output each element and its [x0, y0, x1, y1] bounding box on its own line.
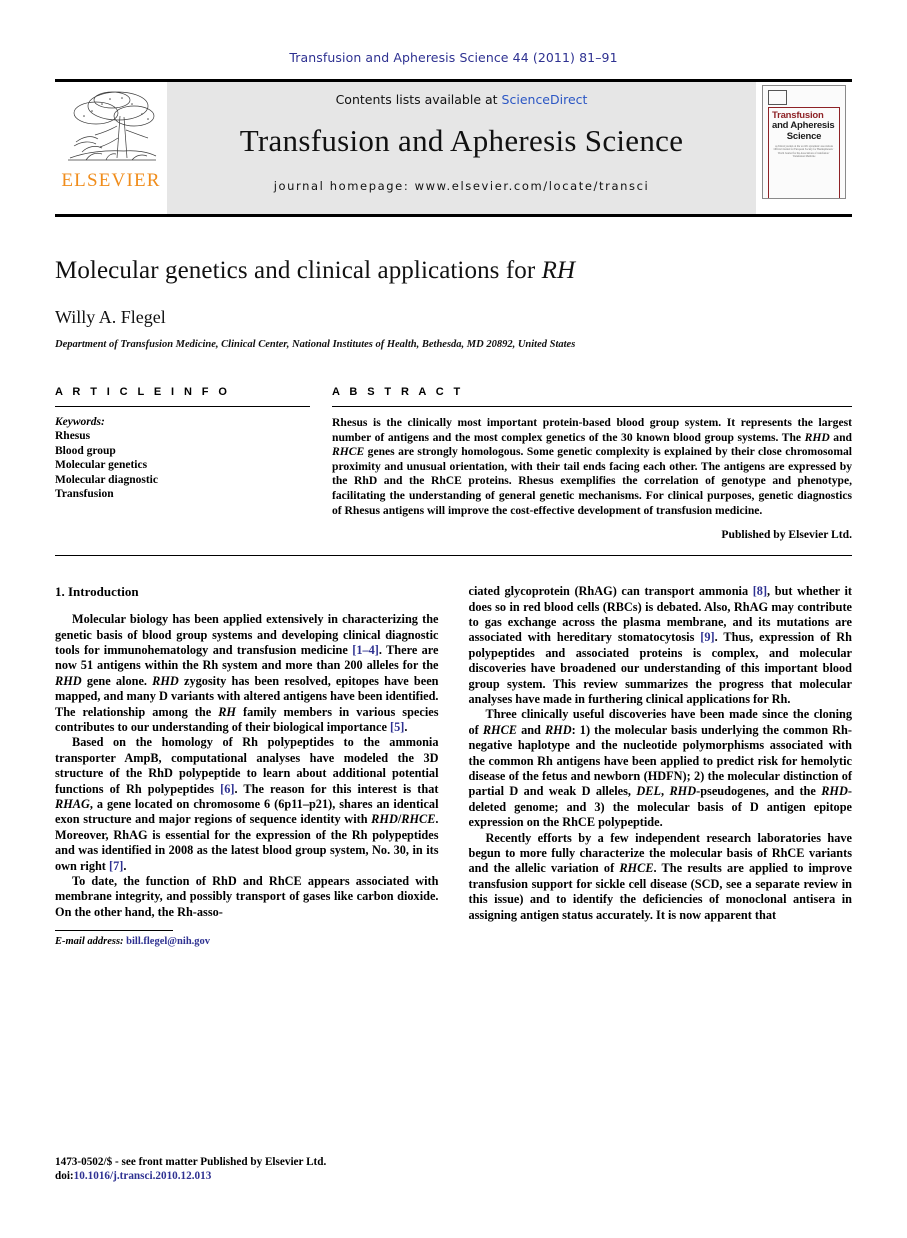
para-seg: ciated glycoprotein (RhAG) can transport…: [468, 584, 753, 599]
article-title-main: Molecular genetics and clinical applicat…: [55, 257, 542, 284]
citation-ref[interactable]: [7]: [109, 859, 123, 873]
para-seg: . The reason for this interest is that: [234, 781, 439, 796]
article-title: Molecular genetics and clinical applicat…: [55, 257, 852, 285]
abstract-seg: Rhesus is the clinically most important …: [332, 416, 852, 444]
keyword-item: Rhesus: [55, 430, 91, 442]
para-seg: .: [404, 720, 408, 734]
author-affiliation: Department of Transfusion Medicine, Clin…: [55, 339, 576, 350]
gene-name: RHCE: [482, 722, 517, 737]
body-paragraph: Based on the homology of Rh polypeptides…: [55, 735, 439, 874]
cover-image: Transfusion and Apheresis Science A clin…: [762, 85, 846, 199]
gene-name: RHD: [55, 673, 82, 688]
doi-prefix: doi:: [55, 1170, 74, 1182]
elsevier-tree-icon: [68, 91, 157, 161]
email-link[interactable]: bill.flegel@nih.gov: [126, 936, 210, 947]
gene-name: RHD: [821, 784, 848, 799]
citation-ref[interactable]: [6]: [220, 782, 234, 796]
article-title-gene: RH: [541, 257, 576, 284]
section-heading-introduction: 1. Introduction: [55, 584, 139, 600]
gene-name: RHCE: [401, 812, 436, 827]
article-info-heading: A R T I C L E I N F O: [55, 386, 231, 398]
footnote-rule: [55, 930, 173, 932]
citation-ref[interactable]: [1–4]: [352, 643, 379, 657]
journal-title: Transfusion and Apheresis Science: [239, 123, 684, 158]
cover-elsevier-mark: [768, 90, 787, 105]
body-paragraph: Molecular biology has been applied exten…: [55, 612, 439, 735]
gene-name: RHD: [152, 673, 179, 688]
sciencedirect-link[interactable]: ScienceDirect: [502, 92, 588, 107]
body-left-column: 1. Introduction Molecular biology has be…: [55, 584, 439, 947]
abstract-seg: genes are strongly homologous. Some gene…: [332, 445, 852, 517]
page-footer: 1473-0502/$ - see front matter Published…: [55, 1155, 326, 1183]
doi-link[interactable]: 10.1016/j.transci.2010.12.013: [74, 1170, 212, 1182]
gene-name: RHAG: [55, 797, 90, 812]
section-divider-rule: [55, 555, 852, 557]
para-seg: To date, the function of RhD and RhCE ap…: [55, 874, 439, 919]
body-columns: 1. Introduction Molecular biology has be…: [55, 584, 852, 947]
contents-prefix: Contents lists available at: [335, 92, 502, 107]
cover-inner-frame: Transfusion and Apheresis Science A clin…: [768, 107, 840, 198]
journal-article-page: Transfusion and Apheresis Science 44 (20…: [0, 0, 907, 1238]
gene-name: RHCE: [619, 861, 654, 876]
abstract-gene: RHCE: [332, 445, 365, 459]
abstract-column: A B S T R A C T Rhesus is the clinically…: [332, 386, 852, 541]
contents-available-line: Contents lists available at ScienceDirec…: [336, 92, 588, 107]
journal-masthead: ELSEVIER Contents lists available at Sci…: [55, 79, 852, 217]
citation-ref[interactable]: [8]: [753, 584, 767, 598]
article-info-column: A R T I C L E I N F O Keywords: Rhesus B…: [55, 386, 310, 541]
info-abstract-section: A R T I C L E I N F O Keywords: Rhesus B…: [55, 386, 852, 541]
body-paragraph: Three clinically useful discoveries have…: [469, 707, 853, 830]
body-right-column: ciated glycoprotein (RhAG) can transport…: [469, 584, 853, 947]
issn-line: 1473-0502/$ - see front matter Published…: [55, 1156, 327, 1168]
journal-cover-thumbnail: Transfusion and Apheresis Science A clin…: [756, 79, 852, 217]
para-seg: gene alone.: [81, 673, 153, 688]
abstract-heading: A B S T R A C T: [332, 386, 464, 398]
footnote-email: E-mail address: bill.flegel@nih.gov: [55, 936, 439, 947]
cover-title-line3: Science: [786, 130, 822, 142]
cover-title-line2: and Apheresis: [772, 120, 835, 131]
elsevier-logo: ELSEVIER: [55, 79, 167, 217]
abstract-gene: RHD: [804, 430, 830, 444]
body-paragraph: ciated glycoprotein (RhAG) can transport…: [469, 584, 853, 707]
keyword-item: Blood group: [55, 444, 116, 457]
abstract-rule: [332, 406, 852, 407]
keyword-item: Molecular genetics: [55, 459, 148, 471]
citation-ref[interactable]: [9]: [700, 630, 714, 644]
author-name: Willy A. Flegel: [55, 307, 166, 327]
gene-name: RH: [218, 704, 236, 719]
keywords-label: Keywords:: [55, 416, 105, 428]
gene-name: DEL: [636, 784, 661, 799]
masthead-band: Contents lists available at ScienceDirec…: [167, 79, 756, 217]
gene-name: RHD: [544, 722, 572, 737]
body-paragraph: To date, the function of RhD and RhCE ap…: [55, 874, 439, 920]
gene-name: RHD: [669, 784, 697, 799]
keyword-item: Molecular diagnostic: [55, 473, 158, 486]
para-seg: and: [517, 722, 545, 737]
running-head: Transfusion and Apheresis Science 44 (20…: [289, 50, 618, 65]
abstract-publisher-statement: Published by Elsevier Ltd.: [721, 528, 852, 542]
article-info-rule: [55, 406, 310, 407]
keyword-item: Transfusion: [55, 488, 114, 500]
journal-homepage-link[interactable]: journal homepage: www.elsevier.com/locat…: [274, 179, 650, 193]
para-seg: -pseudogenes, and the: [696, 784, 822, 799]
para-seg: .: [123, 858, 127, 873]
footnote-label: E-mail address:: [55, 936, 124, 948]
cover-blurb: A clinical journal on the world's system…: [773, 145, 835, 159]
gene-name: RHD: [371, 812, 398, 827]
elsevier-wordmark: ELSEVIER: [61, 170, 161, 191]
doi-line: doi:10.1016/j.transci.2010.12.013: [55, 1169, 326, 1183]
citation-ref[interactable]: [5]: [390, 720, 404, 734]
abstract-text: Rhesus is the clinically most important …: [332, 416, 852, 518]
title-block: Molecular genetics and clinical applicat…: [55, 257, 852, 350]
body-paragraph: Recently efforts by a few independent re…: [469, 831, 853, 923]
abstract-seg: and: [829, 430, 852, 444]
